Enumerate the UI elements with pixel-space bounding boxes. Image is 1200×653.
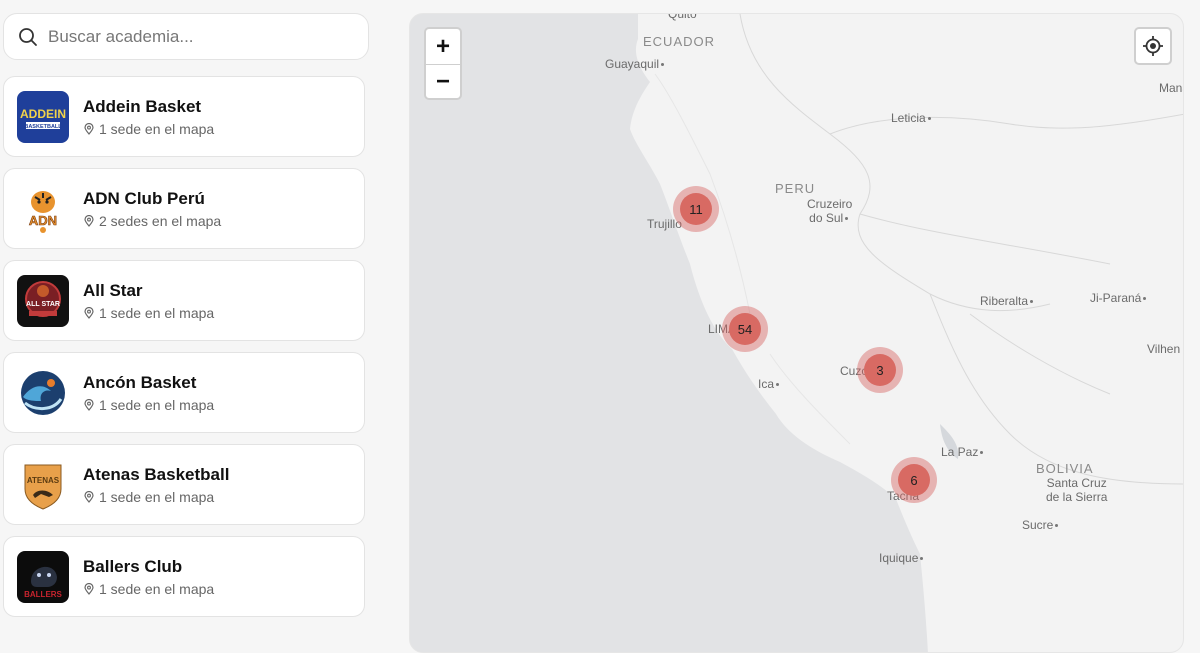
- academy-name: Addein Basket: [83, 97, 202, 116]
- academy-sedes: 1 sede en el mapa: [99, 305, 215, 321]
- map-label-iquique: Iquique: [879, 551, 925, 565]
- cluster-marker-lima[interactable]: 54: [722, 306, 768, 352]
- map-pin-icon: [84, 123, 94, 135]
- map-label-bolivia: BOLIVIA: [1036, 461, 1094, 476]
- academy-card-ancon[interactable]: Ancón Basket 1 sede en el mapa: [3, 352, 365, 433]
- academy-sedes: 2 sedes en el mapa: [99, 213, 222, 229]
- map-pin-icon: [84, 215, 94, 227]
- map-view[interactable]: Quito ECUADOR Guayaquil Leticia Mana PER…: [409, 13, 1184, 653]
- map-pin-icon: [84, 307, 94, 319]
- map-label-vilhena: Vilhen: [1147, 342, 1181, 356]
- map-land: [630, 14, 1183, 652]
- svg-text:ADN: ADN: [29, 213, 57, 228]
- locate-me-button[interactable]: [1134, 27, 1172, 65]
- map-label-santa-cruz: Santa Cruz de la Sierra: [1046, 476, 1108, 504]
- atenas-shield-logo: ATENAS: [17, 459, 69, 511]
- academy-name: Ballers Club: [83, 557, 183, 576]
- map-label-leticia: Leticia: [891, 111, 933, 125]
- map-label-cruzeiro-do-sul: Cruzeiro do Sul: [807, 197, 853, 225]
- academy-sedes: 1 sede en el mapa: [99, 397, 215, 413]
- map-label-ji-parana: Ji-Paraná: [1090, 291, 1148, 305]
- map-pin-icon: [84, 399, 94, 411]
- svg-text:ALL STAR: ALL STAR: [26, 301, 60, 308]
- svg-text:BALLERS: BALLERS: [24, 590, 62, 599]
- academy-card-ballers[interactable]: BALLERS Ballers Club 1 sede en el mapa: [3, 536, 365, 617]
- svg-text:ATENAS: ATENAS: [27, 476, 60, 485]
- map-pin-icon: [84, 583, 94, 595]
- academy-sedes: 1 sede en el mapa: [99, 121, 215, 137]
- zoom-in-button[interactable]: +: [426, 29, 460, 64]
- map-label-ecuador: ECUADOR: [643, 34, 716, 49]
- ancon-wave-logo: [17, 367, 69, 419]
- ballers-panther-logo: BALLERS: [17, 551, 69, 603]
- map-label-guayaquil: Guayaquil: [605, 57, 666, 71]
- cluster-marker-cuzco[interactable]: 3: [857, 347, 903, 393]
- svg-text:ADDEIN: ADDEIN: [20, 107, 66, 121]
- cluster-marker-trujillo[interactable]: 11: [673, 186, 719, 232]
- map-label-peru: PERU: [775, 181, 816, 196]
- cluster-marker-tacna[interactable]: 6: [891, 457, 937, 503]
- academy-sedes: 1 sede en el mapa: [99, 489, 215, 505]
- map-label-quito: Quito: [668, 13, 697, 21]
- academy-card-allstar[interactable]: ALL STAR All Star 1 sede en el mapa: [3, 260, 365, 341]
- zoom-control: + −: [424, 27, 462, 100]
- academy-name: Ancón Basket: [83, 373, 197, 392]
- map-label-riberalta: Riberalta: [980, 294, 1035, 308]
- map-label-ica: Ica: [758, 377, 781, 391]
- academy-card-addein[interactable]: ADDEIN BASKETBALL Addein Basket 1 sede en…: [3, 76, 365, 157]
- adn-tiger-logo: ADN: [17, 183, 69, 235]
- addein-logo: ADDEIN BASKETBALL: [17, 91, 69, 143]
- search-input[interactable]: [46, 25, 346, 48]
- map-pin-icon: [84, 491, 94, 503]
- all-star-logo: ALL STAR: [17, 275, 69, 327]
- crosshair-icon: [1143, 36, 1163, 56]
- map-label-sucre: Sucre: [1022, 518, 1060, 532]
- academy-name: Atenas Basketball: [83, 465, 230, 484]
- academy-card-adn[interactable]: ADN ADN Club Perú 2 sedes en el mapa: [3, 168, 365, 249]
- academy-name: All Star: [83, 281, 143, 300]
- zoom-out-button[interactable]: −: [426, 64, 460, 99]
- search-icon: [19, 27, 37, 46]
- svg-text:BASKETBALL: BASKETBALL: [24, 124, 62, 130]
- academy-card-atenas[interactable]: ATENAS Atenas Basketball 1 sede en el ma…: [3, 444, 365, 525]
- map-label-manaus: Mana: [1159, 81, 1183, 95]
- map-label-la-paz: La Paz: [941, 445, 985, 459]
- search-box[interactable]: [3, 13, 369, 60]
- academy-sedes: 1 sede en el mapa: [99, 581, 215, 597]
- academy-name: ADN Club Perú: [83, 189, 205, 208]
